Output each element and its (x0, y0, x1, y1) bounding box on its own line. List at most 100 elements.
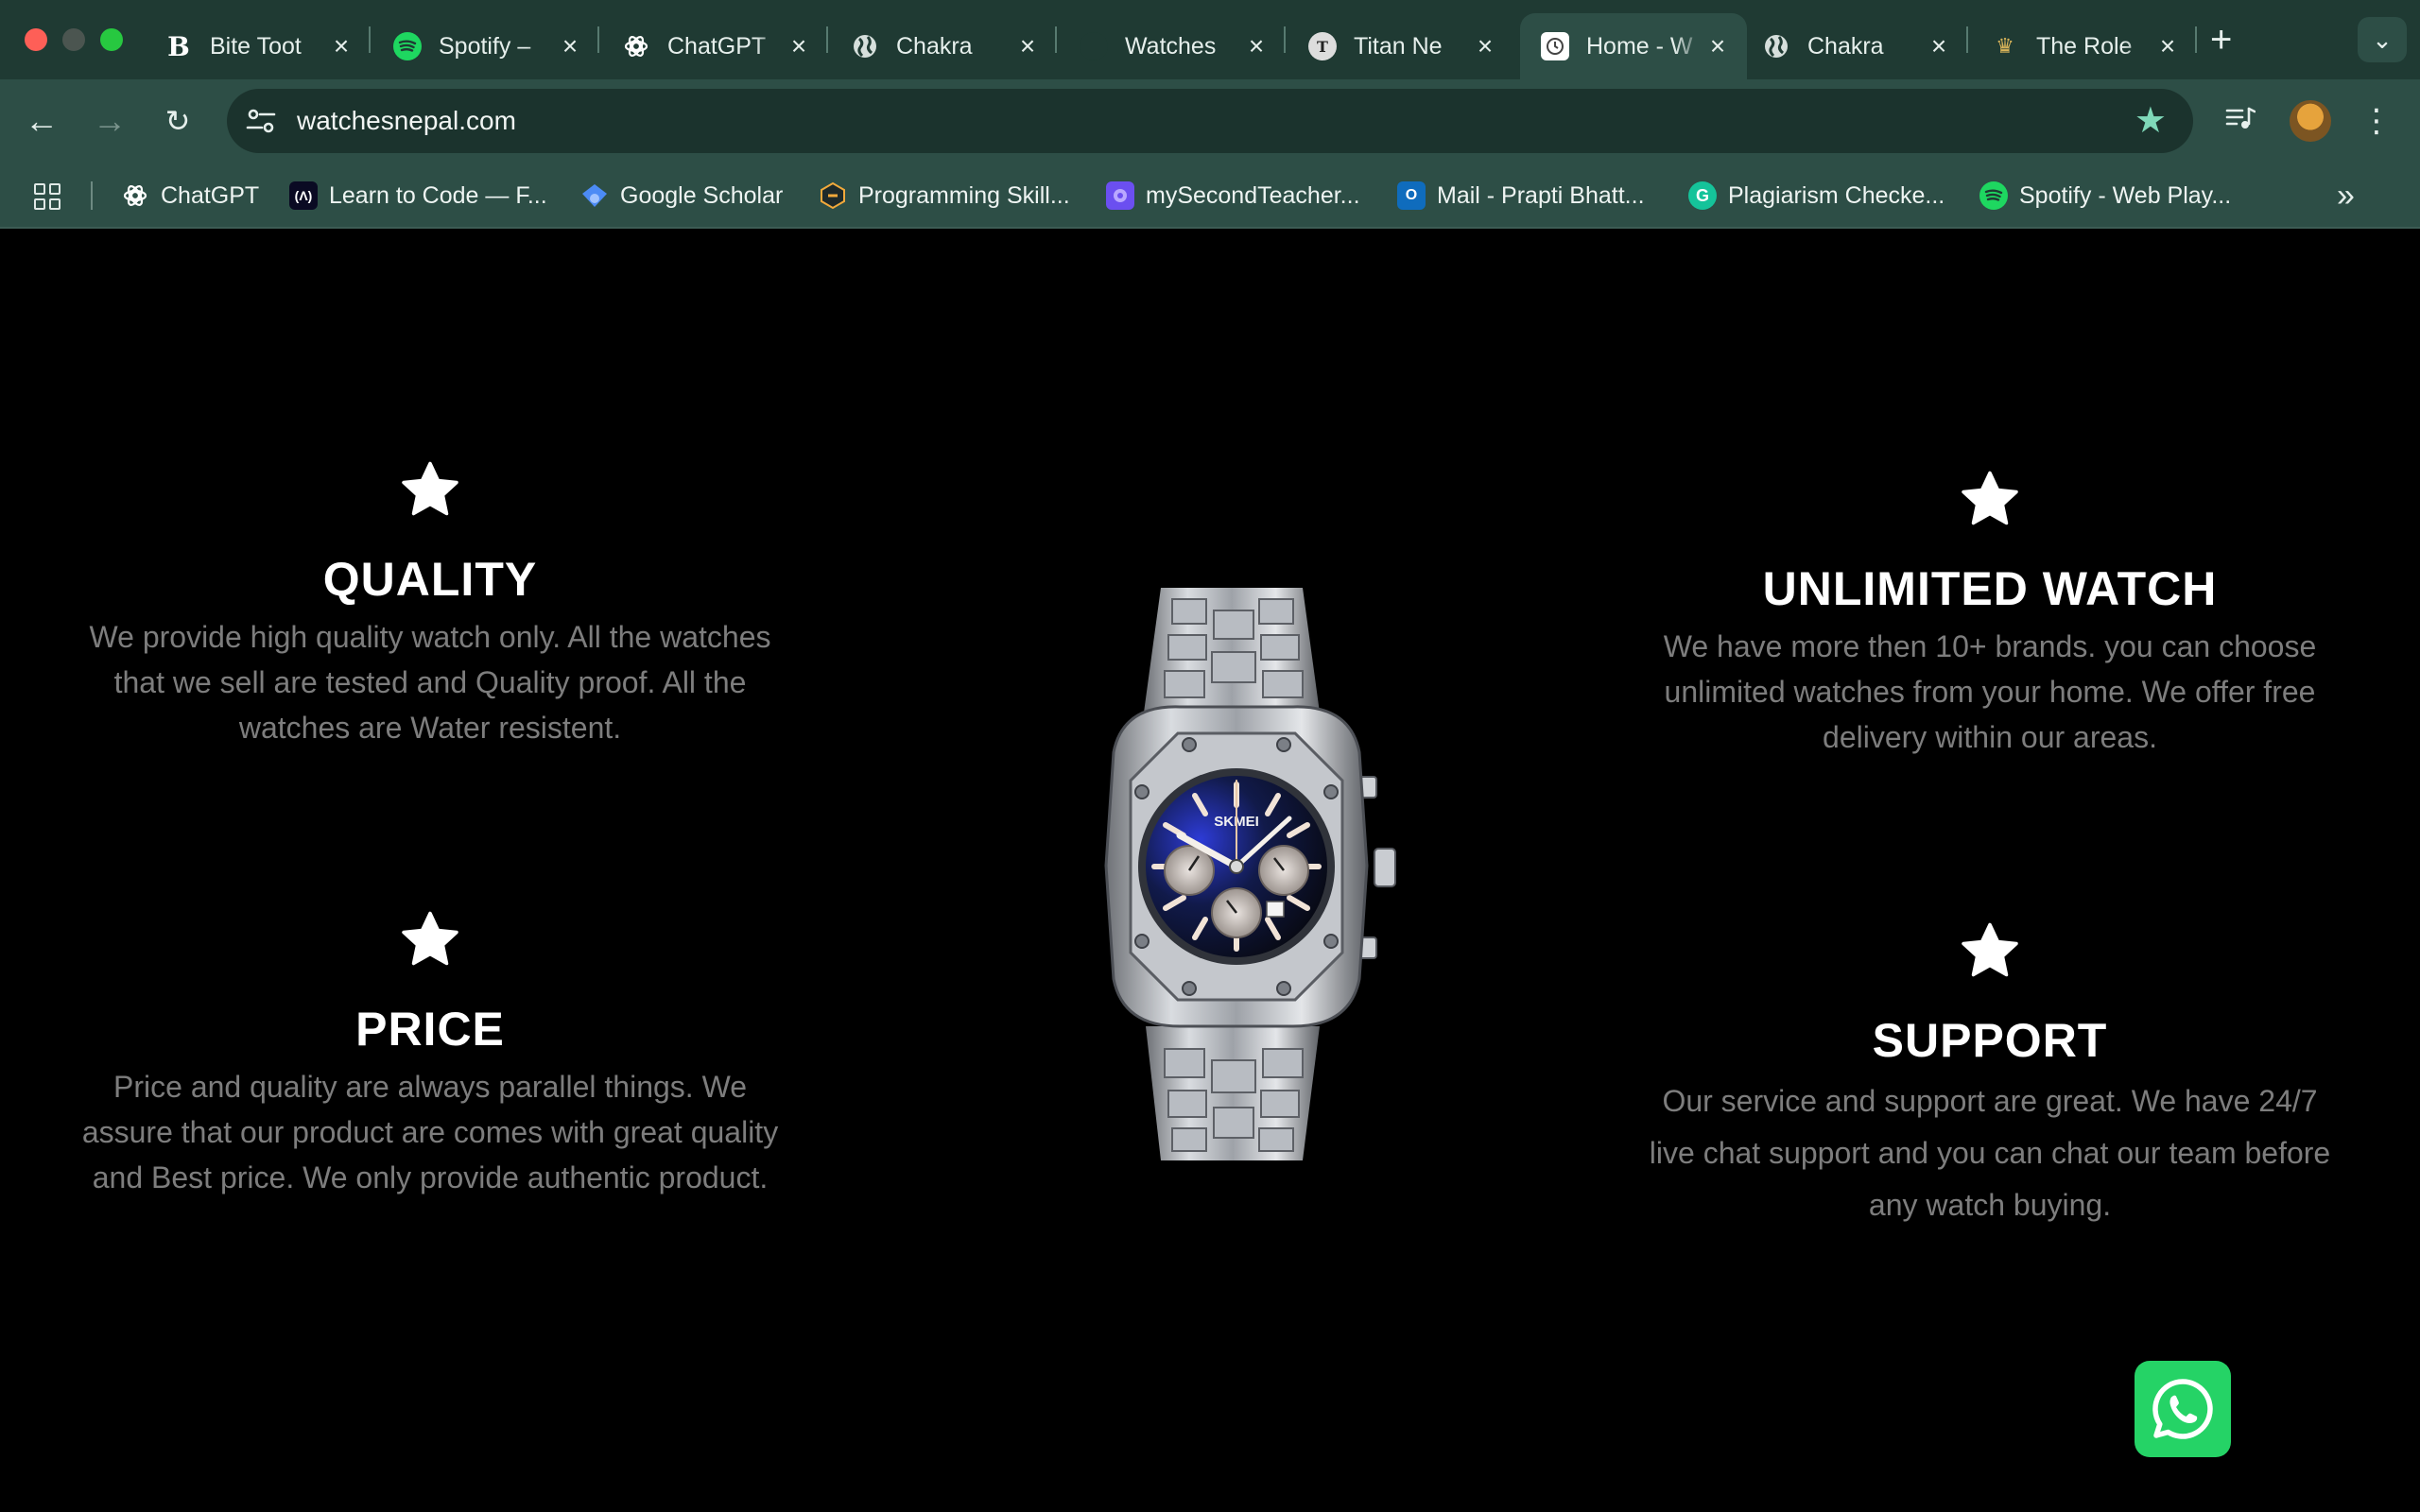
tab-close-icon[interactable]: × (2153, 31, 2182, 61)
feature-quality: QUALITY We provide high quality watch on… (76, 457, 785, 750)
tab-spotify[interactable]: Spotify – × (372, 13, 599, 79)
tab-separator (2195, 26, 2197, 53)
window-close-button[interactable] (25, 28, 47, 51)
chatgpt-icon (121, 181, 149, 210)
whatsapp-icon (2152, 1379, 2213, 1439)
star-icon (1962, 922, 2018, 977)
bookmark-label: Learn to Code — F... (329, 181, 547, 209)
feature-description: We provide high quality watch only. All … (89, 620, 771, 745)
tab-bite-toot[interactable]: B Bite Toot × (144, 13, 371, 79)
star-icon (402, 911, 458, 966)
tab-search-chevron-icon[interactable]: ⌄ (2358, 17, 2407, 62)
chatgpt-icon (622, 32, 650, 60)
kebab-menu-icon[interactable]: ⋮ (2356, 100, 2397, 142)
profile-avatar[interactable] (2290, 100, 2331, 142)
star-icon (1962, 471, 2018, 525)
whatsapp-chat-button[interactable] (2135, 1361, 2231, 1457)
tab-close-icon[interactable]: × (785, 31, 813, 61)
tab-separator (1055, 26, 1057, 53)
bookmark-mysecondteacher[interactable]: mySecondTeacher... (1106, 180, 1360, 212)
tab-the-rolex[interactable]: ♛ The Role × (1970, 13, 2197, 79)
bookmark-google-scholar[interactable]: Google Scholar (580, 180, 783, 212)
feature-title: UNLIMITED WATCH (1762, 562, 2218, 615)
watch-product-image: SKMEI (1104, 588, 1396, 1160)
mysecondteacher-icon (1106, 181, 1134, 210)
media-control-icon[interactable] (2220, 100, 2261, 142)
freecodecamp-icon: (Λ) (289, 181, 318, 210)
tab-title: Spotify – (439, 32, 531, 60)
address-bar[interactable]: watchesnepal.com ★ (227, 89, 2193, 153)
tab-home-active[interactable]: Home - W × (1520, 13, 1747, 79)
tab-separator (826, 26, 828, 53)
grammarly-icon: G (1688, 181, 1717, 210)
tab-strip: B Bite Toot × Spotify – × ChatGPT × Chak… (0, 0, 2420, 79)
bookmark-label: Plagiarism Checke... (1728, 181, 1945, 209)
bookmarks-bar: ChatGPT (Λ) Learn to Code — F... Google … (0, 163, 2420, 229)
tab-separator (597, 26, 599, 53)
tab-title: Titan Ne (1354, 32, 1443, 60)
more-bookmarks-chevron-icon[interactable]: » (2337, 178, 2355, 215)
tab-title: Bite Toot (210, 32, 302, 60)
tab-title: The Role (2036, 32, 2133, 60)
bookmark-label: ChatGPT (161, 181, 260, 209)
tab-close-icon[interactable]: × (327, 31, 355, 61)
tab-title: Watches (1125, 32, 1217, 60)
feature-unlimited-watch: UNLIMITED WATCH We have more then 10+ br… (1635, 467, 2344, 760)
bookmark-star-icon[interactable]: ★ (2135, 102, 2167, 140)
tab-chakra[interactable]: Chakra × (830, 13, 1057, 79)
bookmark-spotify[interactable]: Spotify - Web Play... (1979, 180, 2231, 212)
bookmark-label: mySecondTeacher... (1146, 181, 1360, 209)
feature-support: SUPPORT Our service and support are grea… (1635, 919, 2344, 1231)
window-minimize-button[interactable] (62, 28, 85, 51)
back-arrow-icon[interactable]: ← (19, 98, 64, 144)
bookmark-label: Programming Skill... (858, 181, 1070, 209)
outlook-icon: O (1397, 181, 1426, 210)
crown-icon: ♛ (1996, 34, 2014, 58)
titan-icon: T (1308, 32, 1337, 60)
tab-close-icon[interactable]: × (1242, 31, 1270, 61)
tab-close-icon[interactable]: × (556, 31, 584, 61)
reload-icon[interactable]: ↻ (155, 98, 200, 144)
blank-favicon (1080, 32, 1108, 60)
browser-toolbar: ← → ↻ watchesnepal.com ★ ⋮ (0, 79, 2420, 163)
bookmark-mail[interactable]: O Mail - Prapti Bhatt... (1397, 180, 1645, 212)
window-zoom-button[interactable] (100, 28, 123, 51)
site-settings-icon[interactable] (246, 108, 276, 134)
bookmark-chatgpt[interactable]: ChatGPT (121, 180, 259, 212)
bookmark-separator (91, 181, 93, 210)
tab-separator (1966, 26, 1968, 53)
apps-grid-icon[interactable] (34, 183, 60, 210)
bookmark-freecodecamp[interactable]: (Λ) Learn to Code — F... (289, 180, 547, 212)
feature-description: Price and quality are always parallel th… (81, 1070, 779, 1194)
globe-icon (851, 32, 879, 60)
tab-chakra-2[interactable]: Chakra × (1741, 13, 1968, 79)
tab-title: Chakra (1807, 32, 1884, 60)
bookmark-label: Mail - Prapti Bhatt... (1437, 181, 1645, 209)
bookmark-label: Spotify - Web Play... (2019, 181, 2232, 209)
feature-title: PRICE (355, 1003, 505, 1056)
bold-b-icon: B (167, 30, 190, 62)
tab-titan[interactable]: T Titan Ne × (1288, 13, 1514, 79)
tab-close-icon[interactable]: × (1013, 31, 1042, 61)
hackerrank-icon (819, 181, 847, 210)
feature-title: SUPPORT (1872, 1014, 2108, 1067)
tab-chatgpt[interactable]: ChatGPT × (601, 13, 828, 79)
feature-description: Our service and support are great. We ha… (1649, 1084, 2331, 1222)
star-icon (402, 461, 458, 516)
new-tab-button[interactable]: + (2210, 19, 2232, 61)
bookmark-plagiarism-checker[interactable]: G Plagiarism Checke... (1688, 180, 1945, 212)
tab-close-icon[interactable]: × (1925, 31, 1953, 61)
scholar-icon (580, 181, 609, 210)
bookmark-programming-skill[interactable]: Programming Skill... (819, 180, 1070, 212)
tab-title: Home - W (1586, 32, 1693, 60)
feature-price: PRICE Price and quality are always paral… (76, 907, 785, 1200)
tab-watches[interactable]: Watches × (1059, 13, 1286, 79)
tab-close-icon[interactable]: × (1471, 31, 1499, 61)
tab-title: Chakra (896, 32, 973, 60)
tab-close-icon[interactable]: × (1703, 31, 1732, 61)
spotify-icon (1979, 181, 2008, 210)
forward-arrow-icon[interactable]: → (87, 98, 132, 144)
url-text[interactable]: watchesnepal.com (297, 89, 516, 153)
tab-separator (1284, 26, 1286, 53)
spotify-icon (393, 32, 422, 60)
